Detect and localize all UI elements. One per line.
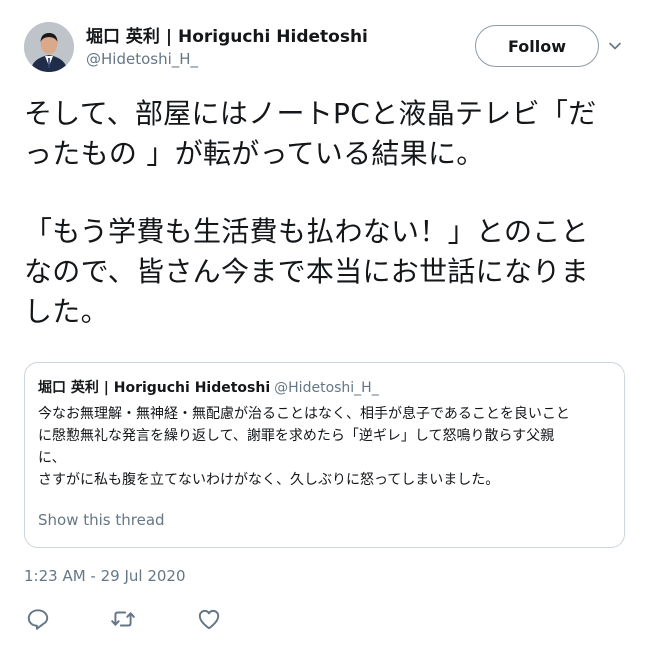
tweet-text-line: した。 [24, 295, 109, 328]
tweet-text-line: ったもの 」が転がっている結果に。 [24, 137, 485, 170]
tweet-card: 堀口 英利 | Horiguchi Hidetoshi @Hidetoshi_H… [0, 0, 656, 656]
tweet-timestamp[interactable]: 1:23 AM - 29 Jul 2020 [24, 567, 186, 585]
quoted-author-name: 堀口 英利 | Horiguchi Hidetoshi [38, 380, 271, 396]
quoted-tweet-text: 今なお無理解・無神経・無配慮が治ることはなく、相手が息子であることを良いこと に… [38, 403, 618, 491]
tweet-text: そして、部屋にはノートPCと液晶テレビ「だ ったもの 」が転がっている結果に。 … [24, 94, 636, 332]
avatar[interactable] [24, 22, 74, 72]
author-handle[interactable]: @Hidetoshi_H_ [86, 50, 198, 68]
quoted-text-line: に、 [38, 450, 66, 466]
quoted-text-line: さすがに私も腹を立てないわけがなく、久しぶりに怒ってしまいました。 [38, 472, 500, 488]
retweet-icon[interactable] [110, 606, 136, 632]
profile-photo [24, 22, 74, 72]
show-thread-link[interactable]: Show this thread [38, 511, 165, 529]
author-name[interactable]: 堀口 英利 | Horiguchi Hidetoshi [86, 22, 368, 47]
quoted-tweet[interactable]: 堀口 英利 | Horiguchi Hidetoshi @Hidetoshi_H_… [24, 362, 625, 548]
quoted-text-line: 今なお無理解・無神経・無配慮が治ることはなく、相手が息子であることを良いこと [38, 406, 570, 422]
tweet-text-line: 「もう学費も生活費も払わない！」とのこと [24, 215, 589, 248]
tweet-text-line: そして、部屋にはノートPCと液晶テレビ「だ [24, 97, 597, 130]
quoted-author-handle: @Hidetoshi_H_ [274, 380, 379, 396]
heart-icon[interactable] [196, 606, 222, 632]
reply-icon[interactable] [25, 606, 51, 632]
tweet-text-line: なので、皆さん今まで本当にお世話になりま [24, 255, 589, 288]
follow-button[interactable]: Follow [475, 25, 599, 67]
quoted-tweet-header: 堀口 英利 | Horiguchi Hidetoshi @Hidetoshi_H_ [38, 377, 379, 397]
quoted-text-line: に慇懃無礼な発言を繰り返して、謝罪を求めたら「逆ギレ」して怒鳴り散らす父親 [38, 428, 555, 444]
chevron-down-icon[interactable] [607, 38, 623, 54]
